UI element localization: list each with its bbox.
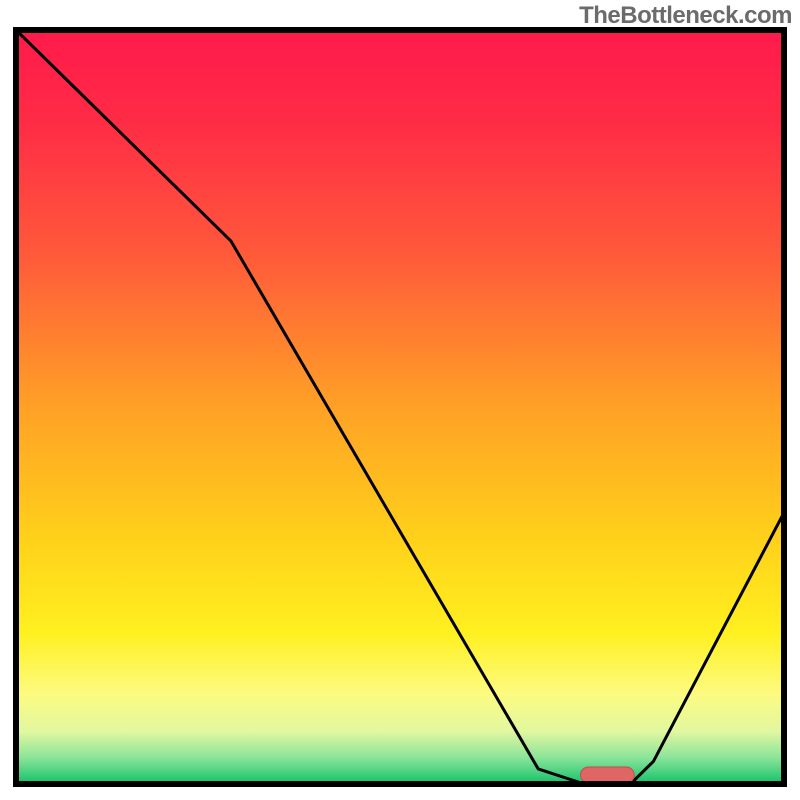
chart-frame: TheBottleneck.com <box>0 0 800 800</box>
plot-area <box>16 30 784 784</box>
bottleneck-chart <box>0 0 800 800</box>
watermark-text: TheBottleneck.com <box>579 2 792 30</box>
optimal-marker <box>580 767 634 783</box>
